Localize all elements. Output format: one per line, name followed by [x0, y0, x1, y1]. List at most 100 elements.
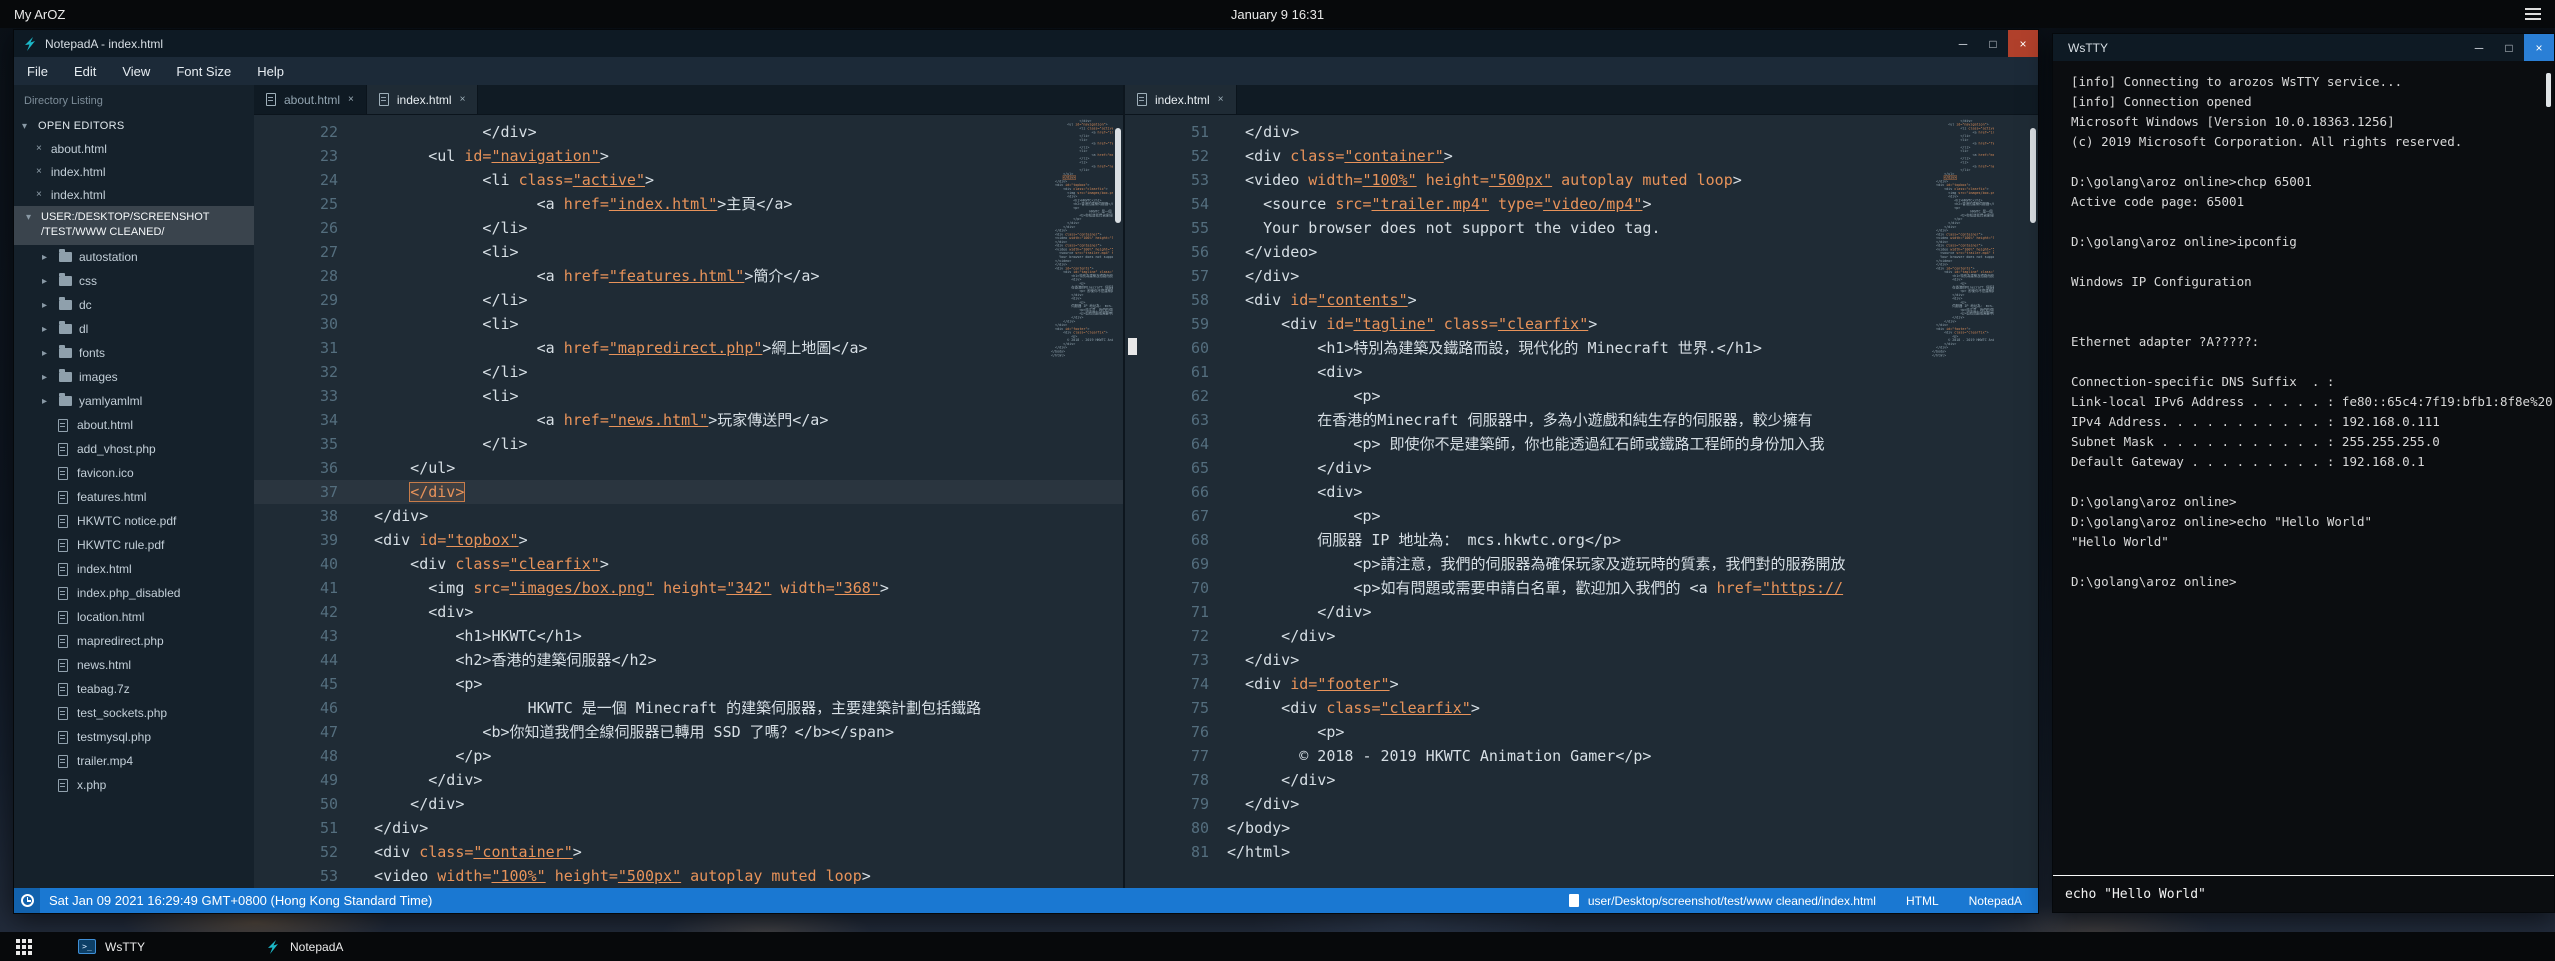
folder-name: fonts	[79, 346, 105, 360]
scrollbar-thumb[interactable]	[2546, 73, 2551, 107]
code-line: 48 </p>	[254, 744, 1123, 768]
code-text: 伺服器 IP 地址為： mcs.hkwtc.org</p>	[1227, 528, 2038, 552]
code-text: <li class="active">	[356, 168, 1123, 192]
tree-file-item[interactable]: test_sockets.php	[14, 701, 254, 725]
editor-tab-index.html[interactable]: index.html×	[1125, 85, 1237, 114]
terminal-line	[2071, 212, 2554, 232]
pane-resize-handle[interactable]	[1128, 338, 1137, 355]
code-line: 37 </div>	[254, 480, 1123, 504]
open-editor-item[interactable]: ×index.html	[14, 160, 254, 183]
file-name: mapredirect.php	[77, 634, 164, 648]
wstty-titlebar[interactable]: WsTTY ─ □ ×	[2053, 34, 2554, 61]
code-line: 69 <p>請注意，我們的伺服器為確保玩家及遊玩時的質素，我們對的服務開放	[1125, 552, 2038, 576]
menu-item-file[interactable]: File	[14, 64, 61, 79]
minimize-button[interactable]: ─	[2464, 34, 2494, 61]
code-text: </div>	[1227, 456, 2038, 480]
terminal-scrollbar[interactable]	[2546, 65, 2553, 871]
tree-file-item[interactable]: location.html	[14, 605, 254, 629]
tab-close-icon[interactable]: ×	[460, 94, 466, 105]
maximize-button[interactable]: □	[1978, 30, 2008, 57]
minimap-right[interactable]: </div> <ul id="navigation"> <li class="a…	[1932, 119, 1994, 371]
menu-item-font-size[interactable]: Font Size	[163, 64, 244, 79]
file-name: about.html	[77, 418, 133, 432]
close-file-icon[interactable]: ×	[36, 189, 42, 200]
taskbar-item-wstty[interactable]: >_WsTTY	[66, 932, 157, 961]
code-text: </div>	[1227, 648, 2038, 672]
caret-right-icon: ▸	[42, 252, 52, 263]
hamburger-menu-icon[interactable]	[2525, 8, 2541, 20]
folder-name: css	[79, 274, 97, 288]
tree-file-item[interactable]: teabag.7z	[14, 677, 254, 701]
tree-file-item[interactable]: features.html	[14, 485, 254, 509]
wstty-window: WsTTY ─ □ × [info] Connecting to arozos …	[2052, 33, 2555, 913]
close-file-icon[interactable]: ×	[36, 143, 42, 154]
code-editor-right[interactable]: 51 </div>52 <div class="container">53 <v…	[1125, 115, 2038, 888]
tree-file-item[interactable]: about.html	[14, 413, 254, 437]
caret-right-icon: ▸	[42, 348, 52, 359]
app-launcher-icon[interactable]	[16, 939, 32, 955]
file-name: news.html	[77, 658, 131, 672]
code-text: <a href="index.html">主頁</a>	[356, 192, 1123, 216]
tree-file-item[interactable]: mapredirect.php	[14, 629, 254, 653]
line-number: 37	[254, 480, 356, 504]
file-list: about.html add_vhost.phpfavicon.icofeatur…	[14, 413, 254, 797]
editor-tab-about.html[interactable]: about.html×	[254, 85, 367, 114]
open-editor-item[interactable]: ×about.html	[14, 137, 254, 160]
editor-tab-index.html[interactable]: index.html×	[367, 85, 479, 114]
line-number: 48	[254, 744, 356, 768]
tree-folder-item[interactable]: ▸dc	[14, 293, 254, 317]
code-text: </div>	[1227, 264, 2038, 288]
tree-folder-item[interactable]: ▸yamlyamlml	[14, 389, 254, 413]
code-line: 80</body>	[1125, 816, 2038, 840]
minimap-left[interactable]: </div> <ul id="navigation"> <li class="a…	[1051, 119, 1113, 371]
close-button[interactable]: ×	[2008, 30, 2038, 57]
scrollbar-left[interactable]	[1114, 115, 1123, 888]
line-number: 39	[254, 528, 356, 552]
tree-file-item[interactable]: favicon.ico	[14, 461, 254, 485]
tree-file-item[interactable]: add_vhost.php	[14, 437, 254, 461]
terminal-output-area[interactable]: [info] Connecting to arozos WsTTY servic…	[2053, 61, 2554, 875]
tree-folder-item[interactable]: ▸css	[14, 269, 254, 293]
tree-root-item[interactable]: ▾ USER:/DESKTOP/SCREENSHOT /TEST/WWW CLE…	[14, 206, 254, 245]
tab-close-icon[interactable]: ×	[348, 94, 354, 105]
tab-close-icon[interactable]: ×	[1218, 94, 1224, 105]
code-line: 22 </div>	[254, 120, 1123, 144]
code-text: HKWTC 是一個 Minecraft 的建築伺服器，主要建築計劃包括鐵路	[356, 696, 1123, 720]
tree-file-item[interactable]: index.php_disabled	[14, 581, 254, 605]
tree-folder-item[interactable]: ▸images	[14, 365, 254, 389]
tree-file-item[interactable]: testmysql.php	[14, 725, 254, 749]
statusbar-language[interactable]: HTML	[1906, 894, 1939, 908]
close-file-icon[interactable]: ×	[36, 166, 42, 177]
menu-item-help[interactable]: Help	[244, 64, 297, 79]
minimize-button[interactable]: ─	[1948, 30, 1978, 57]
tree-folder-item[interactable]: ▸ fonts	[14, 341, 254, 365]
file-icon	[58, 419, 68, 432]
tree-file-item[interactable]: index.html	[14, 557, 254, 581]
scrollbar-right[interactable]	[2029, 115, 2038, 888]
code-line: 42 <div>	[254, 600, 1123, 624]
code-line: 68 伺服器 IP 地址為： mcs.hkwtc.org</p>	[1125, 528, 2038, 552]
tree-file-item[interactable]: HKWTC rule.pdf	[14, 533, 254, 557]
tree-file-item[interactable]: news.html	[14, 653, 254, 677]
taskbar-item-notepada[interactable]: NotepadA	[253, 932, 355, 961]
open-editors-section[interactable]: ▾ OPEN EDITORS	[14, 115, 254, 137]
open-editor-label: index.html	[51, 188, 106, 202]
code-editor-left[interactable]: 22 </div>23 <ul id="navigation">24 <li c…	[254, 115, 1123, 888]
terminal-input[interactable]: echo "Hello World"	[2053, 875, 2554, 912]
tree-folder-item[interactable]: ▸dl	[14, 317, 254, 341]
open-editor-item[interactable]: × index.html	[14, 183, 254, 206]
taskbar-item-label: NotepadA	[290, 940, 343, 954]
tree-file-item[interactable]: x.php	[14, 773, 254, 797]
folder-icon	[59, 348, 72, 358]
maximize-button[interactable]: □	[2494, 34, 2524, 61]
tree-file-item[interactable]: HKWTC notice.pdf	[14, 509, 254, 533]
close-button[interactable]: ×	[2524, 34, 2554, 61]
menu-item-edit[interactable]: Edit	[61, 64, 109, 79]
tree-file-item[interactable]: trailer.mp4	[14, 749, 254, 773]
scrollbar-thumb[interactable]	[2030, 128, 2036, 223]
scrollbar-thumb[interactable]	[1115, 128, 1121, 223]
menu-item-view[interactable]: View	[109, 64, 163, 79]
notepad-titlebar[interactable]: NotepadA - index.html ─ □ ×	[14, 30, 2038, 57]
terminal-line: Windows IP Configuration	[2071, 272, 2554, 292]
tree-folder-item[interactable]: ▸autostation	[14, 245, 254, 269]
